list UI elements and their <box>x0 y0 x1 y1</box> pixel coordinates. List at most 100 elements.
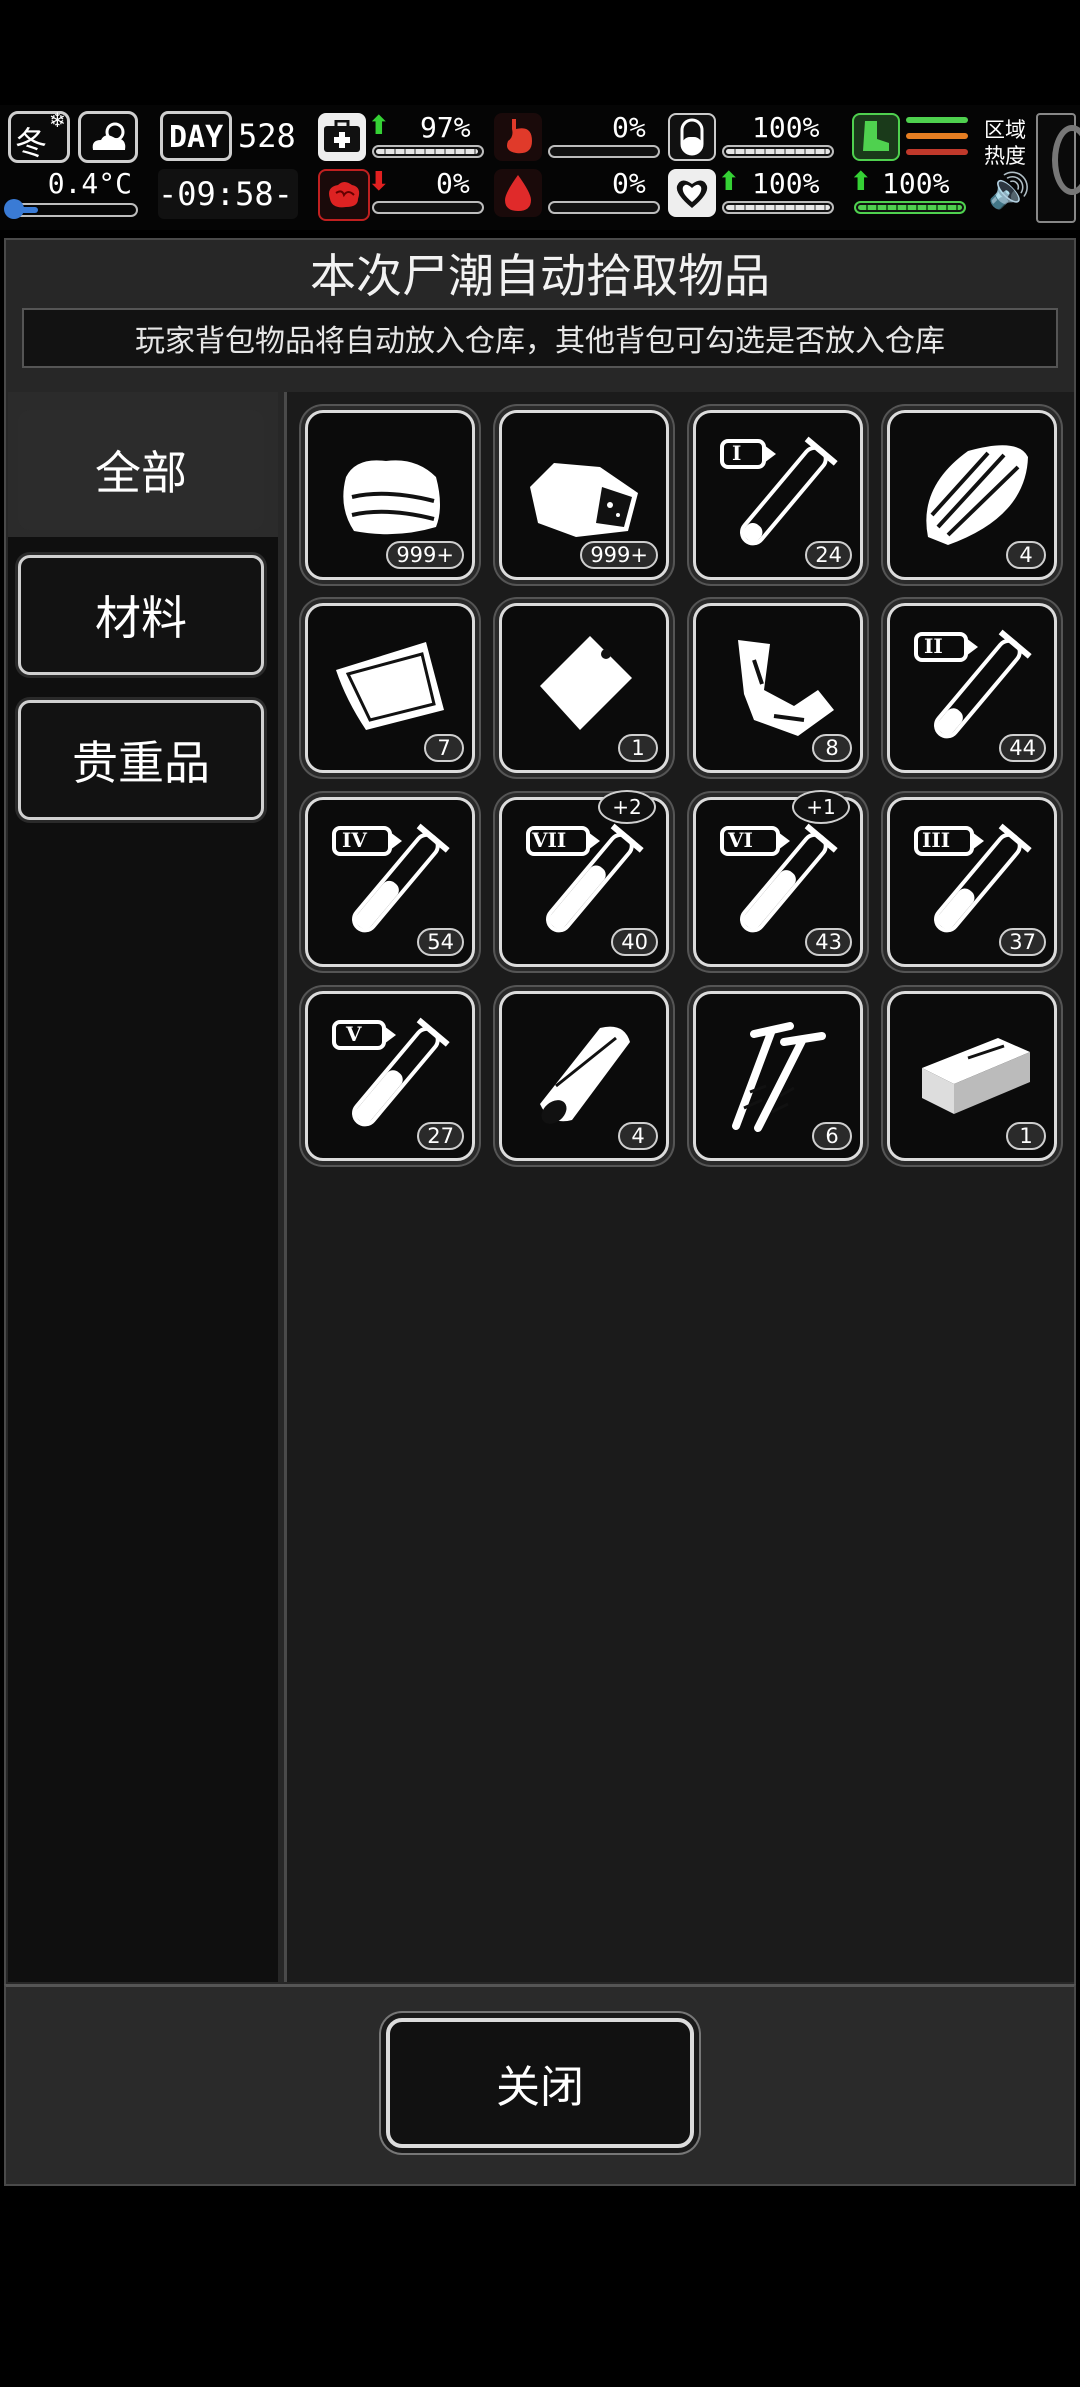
thirst-bar <box>548 201 660 214</box>
stomach-percent: 0% <box>612 111 646 144</box>
cloudy-sun-icon <box>92 122 126 150</box>
item-count: 27 <box>417 1122 464 1150</box>
boot-icon <box>852 113 900 161</box>
blood-drop-icon <box>494 169 542 217</box>
pill-percent: 100% <box>752 111 820 144</box>
item-count: 54 <box>417 928 464 956</box>
day-label: DAY <box>169 120 224 155</box>
item-count: 999+ <box>386 541 464 569</box>
bonus-badge: +1 <box>792 790 850 824</box>
health-bar <box>372 145 484 158</box>
weather-box <box>78 111 138 163</box>
screws-icon <box>732 1022 826 1132</box>
item-slot[interactable]: 7 <box>305 603 475 773</box>
item-slot[interactable]: 8 <box>693 603 863 773</box>
season-label: 冬 <box>15 124 48 162</box>
item-count: 1 <box>1006 1122 1046 1150</box>
dialog-title: 本次尸潮自动拾取物品 <box>310 249 770 303</box>
brain-bar <box>372 201 484 214</box>
item-count: 6 <box>812 1122 852 1150</box>
tier-label: V <box>346 1022 362 1046</box>
temperature-gauge <box>4 199 138 219</box>
item-slot[interactable]: 6 <box>693 991 863 1161</box>
temperature-display: 0.4°C <box>4 165 138 223</box>
health-up-arrow-icon: ⬆ <box>368 111 390 141</box>
speaker-icon[interactable]: 🔊 <box>988 171 1030 211</box>
cloth-icon <box>343 460 440 535</box>
brick-icon <box>922 1038 1030 1114</box>
mood-bar <box>722 201 834 214</box>
item-slot[interactable]: 4 <box>499 991 669 1161</box>
tier-label: II <box>924 634 943 658</box>
bonus-badge: +2 <box>598 790 656 824</box>
category-all-label: 全部 <box>95 446 187 500</box>
item-slot[interactable]: 1 <box>499 603 669 773</box>
item-slot[interactable]: III 37 <box>887 797 1057 967</box>
dialog-subtitle-text: 玩家背包物品将自动放入仓库，其他背包可勾选是否放入仓库 <box>135 324 945 359</box>
tier-label: VII <box>532 828 567 852</box>
item-count: 40 <box>611 928 658 956</box>
close-button-label: 关闭 <box>496 2062 584 2113</box>
item-count: 43 <box>805 928 852 956</box>
dialog-subtitle: 玩家背包物品将自动放入仓库，其他背包可勾选是否放入仓库 <box>22 308 1058 368</box>
snowflake-icon: ❄ <box>49 108 66 132</box>
clock-display: -09:58- <box>158 169 298 219</box>
plastic-bag-icon <box>540 636 632 730</box>
brain-icon <box>318 169 370 221</box>
category-materials-label: 材料 <box>95 591 187 645</box>
hunger-bar <box>548 145 660 158</box>
stamina-up-arrow-icon: ⬆ <box>850 167 872 197</box>
medkit-icon <box>318 113 366 161</box>
item-count: 4 <box>1006 541 1046 569</box>
tier-label: I <box>732 441 742 465</box>
sanity-down-arrow-icon: ⬇ <box>368 167 390 197</box>
status-bar: 冬 ❄ 0.4°C DAY 528 -09:58- ⬆ 97% ⬇ 0% 0% <box>0 105 1080 230</box>
item-count: 999+ <box>580 541 658 569</box>
item-slot[interactable]: I 24 <box>693 410 863 580</box>
pill-icon <box>668 113 716 161</box>
stamina-percent: 100% <box>882 167 950 200</box>
day-box: DAY <box>160 111 232 161</box>
tier-label: VI <box>728 828 753 852</box>
mood-up-arrow-icon: ⬆ <box>718 167 740 197</box>
item-slot[interactable]: IV 54 <box>305 797 475 967</box>
stamina-lines <box>906 117 968 157</box>
category-valuables-label: 贵重品 <box>72 736 210 790</box>
ore-rock-icon <box>530 463 638 537</box>
fabric-roll-icon <box>540 1026 630 1124</box>
item-slot[interactable]: VI +1 43 <box>693 790 863 967</box>
bandage-patch-icon <box>336 642 444 730</box>
close-button[interactable]: 关闭 <box>386 2018 694 2148</box>
stomach-icon <box>494 113 542 161</box>
item-count: 37 <box>999 928 1046 956</box>
category-materials-tab[interactable]: 材料 <box>18 555 264 675</box>
item-count: 4 <box>618 1122 658 1150</box>
health-percent: 97% <box>420 111 471 144</box>
item-slot[interactable]: 999+ <box>499 410 669 580</box>
category-all-tab[interactable]: 全部 <box>18 410 264 530</box>
tier-label: IV <box>342 828 367 852</box>
heart-percent: 100% <box>752 167 820 200</box>
immunity-bar <box>722 145 834 158</box>
item-slot[interactable]: 1 <box>887 991 1057 1161</box>
stamina-bar <box>854 201 966 214</box>
item-slot[interactable]: V 27 <box>305 991 475 1161</box>
region-heat-gauge <box>1036 113 1080 223</box>
region-heat-label: 区域热度 <box>984 118 1026 168</box>
item-count: 8 <box>812 734 852 762</box>
tier-label: III <box>922 828 951 852</box>
item-slot[interactable]: VII +2 40 <box>499 790 669 967</box>
temperature-value: 0.4°C <box>47 167 132 200</box>
category-valuables-tab[interactable]: 贵重品 <box>18 700 264 820</box>
scrap-parts-icon <box>738 640 834 736</box>
wood-planks-icon <box>926 445 1028 545</box>
item-slot[interactable]: II 44 <box>887 603 1057 773</box>
item-slot[interactable]: 4 <box>887 410 1057 580</box>
item-count: 44 <box>999 734 1046 762</box>
item-count: 1 <box>618 734 658 762</box>
item-slot[interactable]: 999+ <box>305 410 475 580</box>
day-number: 528 <box>238 117 296 155</box>
clock-time: -09:58- <box>158 175 293 213</box>
item-count: 24 <box>805 541 852 569</box>
season-box: 冬 ❄ <box>8 108 70 163</box>
